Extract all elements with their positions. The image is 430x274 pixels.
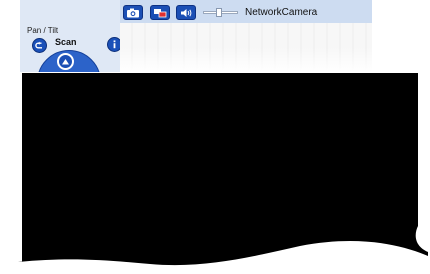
black-overlay xyxy=(18,73,428,266)
